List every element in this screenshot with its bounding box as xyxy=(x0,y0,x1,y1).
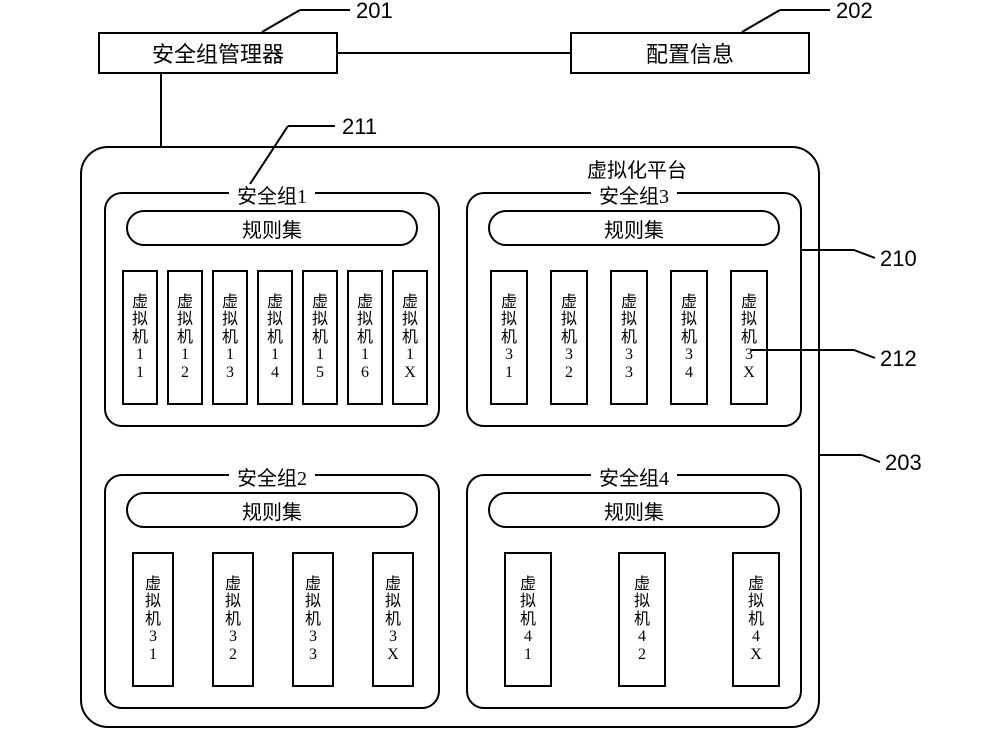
security-group-2: 安全组2 规则集虚拟机31虚拟机32虚拟机33虚拟机3X xyxy=(104,474,440,709)
callout-212: 212 xyxy=(880,346,917,372)
vm-cell: 虚拟机33 xyxy=(610,270,648,405)
ruleset-pill: 规则集 xyxy=(126,492,418,528)
sg2-title: 安全组2 xyxy=(229,462,315,491)
ruleset-pill: 规则集 xyxy=(126,210,418,246)
vm-cell: 虚拟机41 xyxy=(504,552,552,687)
vm-cell: 虚拟机13 xyxy=(212,270,248,405)
callout-203: 203 xyxy=(885,450,922,476)
vm-cell: 虚拟机32 xyxy=(212,552,254,687)
vm-cell: 虚拟机31 xyxy=(490,270,528,405)
vm-cell: 虚拟机33 xyxy=(292,552,334,687)
callout-210: 210 xyxy=(880,246,917,272)
vm-cell: 虚拟机42 xyxy=(618,552,666,687)
virtualization-platform: 虚拟化平台 安全组1 规则集虚拟机11虚拟机12虚拟机13虚拟机14虚拟机15虚… xyxy=(80,146,820,728)
callout-211: 211 xyxy=(342,114,377,140)
sg4-title: 安全组4 xyxy=(591,462,677,491)
vm-cell: 虚拟机11 xyxy=(122,270,158,405)
security-group-manager-label: 安全组管理器 xyxy=(152,37,284,69)
vm-cell: 虚拟机34 xyxy=(670,270,708,405)
vm-cell: 虚拟机3X xyxy=(730,270,768,405)
vm-cell: 虚拟机12 xyxy=(167,270,203,405)
vm-cell: 虚拟机14 xyxy=(257,270,293,405)
callout-202: 202 xyxy=(836,0,873,24)
security-group-manager-box: 安全组管理器 xyxy=(98,32,338,74)
security-group-1: 安全组1 规则集虚拟机11虚拟机12虚拟机13虚拟机14虚拟机15虚拟机16虚拟… xyxy=(104,192,440,427)
vm-cell: 虚拟机15 xyxy=(302,270,338,405)
config-info-label: 配置信息 xyxy=(646,37,734,69)
connector-manager-config xyxy=(338,52,570,54)
config-info-box: 配置信息 xyxy=(570,32,810,74)
vm-cell: 虚拟机16 xyxy=(347,270,383,405)
security-group-4: 安全组4 规则集虚拟机41虚拟机42虚拟机4X xyxy=(466,474,802,709)
security-group-3: 安全组3 规则集虚拟机31虚拟机32虚拟机33虚拟机34虚拟机3X xyxy=(466,192,802,427)
sg3-title: 安全组3 xyxy=(591,180,677,209)
vm-cell: 虚拟机31 xyxy=(132,552,174,687)
callout-201: 201 xyxy=(356,0,393,24)
connector-manager-platform xyxy=(160,74,162,146)
vm-cell: 虚拟机3X xyxy=(372,552,414,687)
vm-cell: 虚拟机1X xyxy=(392,270,428,405)
ruleset-pill: 规则集 xyxy=(488,492,780,528)
sg1-title: 安全组1 xyxy=(229,180,315,209)
vm-cell: 虚拟机4X xyxy=(732,552,780,687)
ruleset-pill: 规则集 xyxy=(488,210,780,246)
vm-cell: 虚拟机32 xyxy=(550,270,588,405)
platform-label: 虚拟化平台 xyxy=(581,154,693,183)
